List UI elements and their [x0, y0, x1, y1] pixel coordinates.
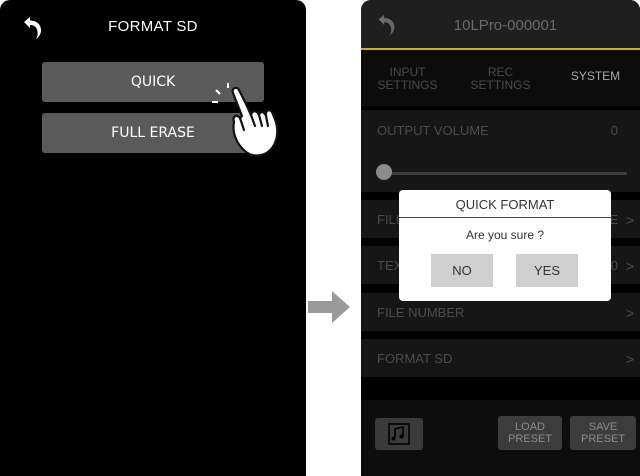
text-value: 0 [610, 258, 618, 273]
bottom-toolbar: LOAD PRESET SAVE PRESET [361, 400, 640, 476]
pointing-hand-icon [212, 83, 279, 157]
load-preset-button[interactable]: LOAD PRESET [498, 416, 562, 450]
chevron-right-icon: > [625, 305, 634, 321]
save-preset-line2: PRESET [580, 433, 625, 445]
output-volume-value: 0 [610, 123, 618, 138]
load-preset-line2: PRESET [507, 433, 552, 445]
tab-system[interactable]: SYSTEM [551, 50, 640, 106]
right-arrow-icon [308, 291, 350, 323]
chevron-right-icon: > [625, 212, 634, 228]
format-sd-row[interactable]: FORMAT SD > [361, 339, 640, 377]
output-volume-row: OUTPUT VOLUME 0 [361, 110, 640, 192]
no-button[interactable]: NO [431, 254, 493, 287]
system-settings-screen: 10LPro-000001 INPUT SETTINGS REC SETTING… [361, 0, 640, 476]
file-name-label: FILI [377, 212, 400, 227]
dialog-message: Are you sure ? [465, 228, 545, 242]
tab-label-line2: SETTINGS [377, 78, 438, 92]
chevron-right-icon: > [625, 351, 634, 367]
header: 10LPro-000001 [361, 0, 640, 50]
chevron-right-icon: > [625, 258, 634, 274]
format-sd-screen: FORMAT SD QUICK FULL ERASE [0, 0, 306, 476]
dialog-title: QUICK FORMAT [455, 197, 555, 212]
output-volume-label: OUTPUT VOLUME [377, 123, 489, 138]
tab-input-settings[interactable]: INPUT SETTINGS [361, 50, 454, 106]
tab-label-line1: SYSTEM [570, 69, 621, 83]
save-preset-button[interactable]: SAVE PRESET [570, 416, 636, 450]
header: FORMAT SD [0, 0, 306, 58]
save-preset-line1: SAVE [588, 421, 618, 433]
dialog-divider [399, 217, 611, 218]
file-number-label: FILE NUMBER [377, 305, 465, 320]
music-folder-icon [388, 423, 410, 445]
volume-slider-knob[interactable] [376, 164, 392, 180]
format-sd-label: FORMAT SD [377, 351, 453, 366]
quick-format-dialog: QUICK FORMAT Are you sure ? NO YES [399, 190, 611, 301]
device-title: 10LPro-000001 [453, 17, 558, 34]
music-folder-button[interactable] [375, 418, 423, 450]
load-preset-line1: LOAD [515, 421, 545, 433]
tab-label-line2: SETTINGS [470, 78, 531, 92]
volume-slider-track[interactable] [383, 172, 627, 175]
tab-bar: INPUT SETTINGS REC SETTINGS SYSTEM [361, 50, 640, 150]
page-title: FORMAT SD [108, 18, 198, 35]
tab-rec-settings[interactable]: REC SETTINGS [454, 50, 547, 106]
yes-button[interactable]: YES [516, 254, 578, 287]
